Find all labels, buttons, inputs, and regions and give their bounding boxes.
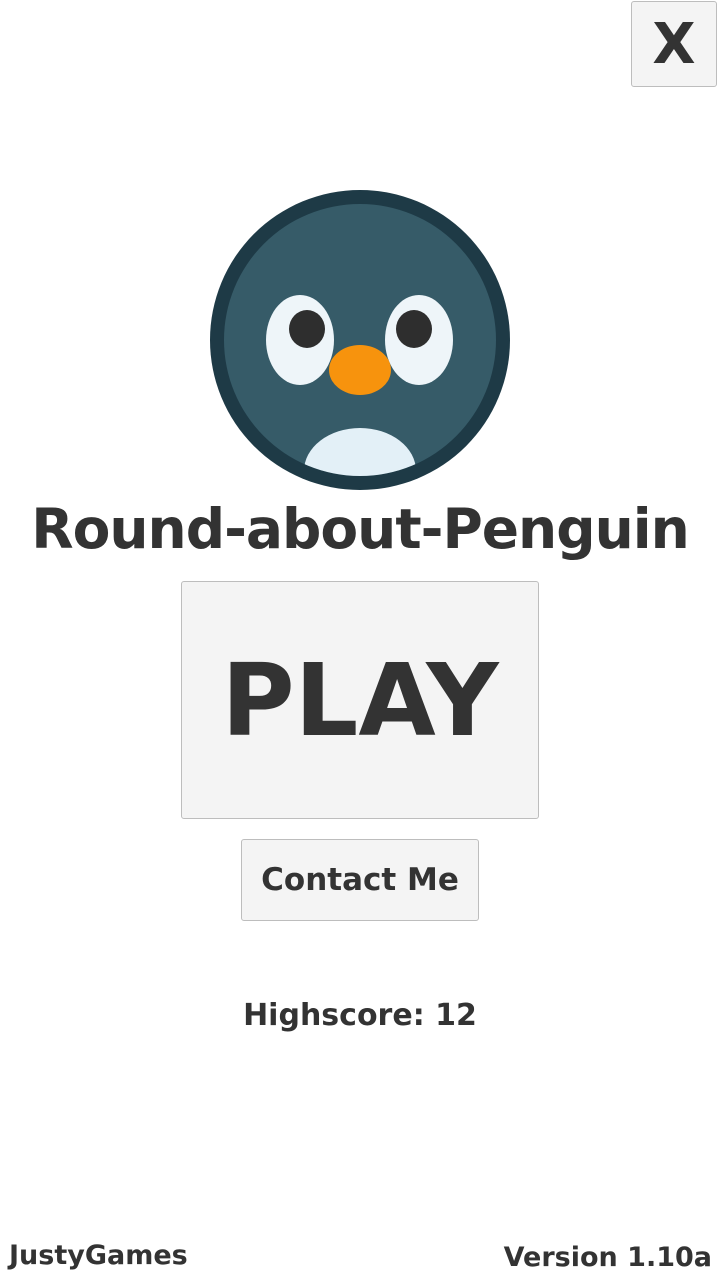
close-button[interactable]: X [631,1,717,87]
play-button[interactable]: PLAY [181,581,539,819]
brand-label: JustyGames [9,1240,188,1271]
highscore: Highscore: 12 [0,998,720,1033]
penguin-beak [329,345,391,395]
highscore-value: 12 [435,998,477,1033]
version-label: Version 1.10a [503,1242,712,1273]
contact-button[interactable]: Contact Me [241,839,479,921]
game-title: Round-about-Penguin [31,497,690,561]
penguin-right-pupil [396,310,432,348]
penguin-left-pupil [289,310,325,348]
highscore-spacer [425,998,435,1033]
penguin-logo-icon [210,190,510,490]
highscore-label: Highscore: [243,998,425,1033]
